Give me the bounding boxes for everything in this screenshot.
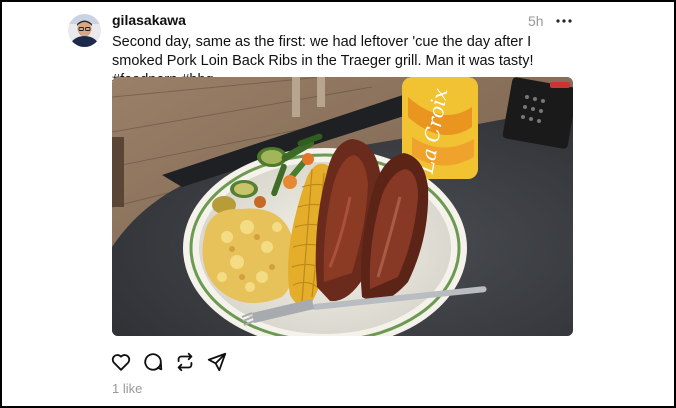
timestamp: 5h [528,13,544,29]
repost-icon[interactable] [174,351,196,373]
post-photo[interactable]: La Croix [112,77,573,336]
comment-icon[interactable] [142,351,164,373]
username[interactable]: gilasakawa [112,12,186,28]
ellipsis-icon[interactable] [555,8,573,30]
avatar[interactable] [68,14,101,47]
heart-icon[interactable] [110,351,132,373]
like-count[interactable]: 1 like [112,381,142,396]
post-card: gilasakawa 5h Second day, same as the fi… [0,0,676,408]
send-icon[interactable] [206,351,228,373]
